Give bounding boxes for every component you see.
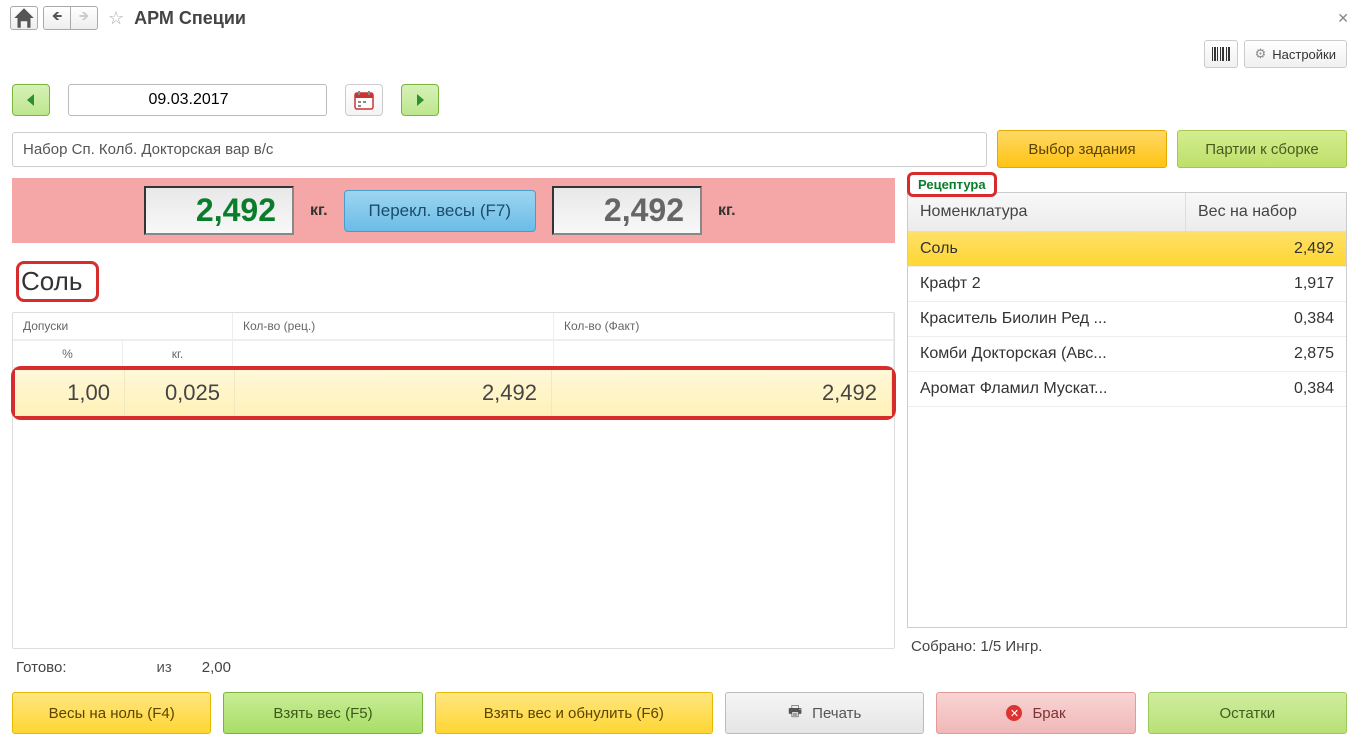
th-qty-recipe: Кол-во (рец.) — [233, 313, 554, 340]
close-icon[interactable]: ✕ — [1337, 10, 1349, 27]
prev-date-button[interactable] — [12, 84, 50, 116]
recipe-row[interactable]: Соль2,492 — [908, 232, 1346, 267]
th-percent: % — [13, 340, 123, 368]
kg-label: кг. — [310, 202, 328, 220]
td-kg: 0,025 — [125, 370, 235, 416]
page-title: АРМ Специи — [134, 8, 246, 29]
defect-button[interactable]: ✕ Брак — [936, 692, 1135, 734]
recipe-row[interactable]: Крафт 21,917 — [908, 267, 1346, 302]
choose-task-button[interactable]: Выбор задания — [997, 130, 1167, 168]
ready-label: Готово: — [16, 659, 67, 676]
settings-label: Настройки — [1272, 47, 1336, 62]
current-ingredient: Соль — [16, 261, 99, 302]
recipe-name: Соль — [908, 232, 1186, 266]
parties-button[interactable]: Партии к сборке — [1177, 130, 1347, 168]
recipe-weight: 0,384 — [1186, 302, 1346, 336]
recipe-name: Аромат Фламил Мускат... — [908, 372, 1186, 406]
rh-weight: Вес на набор — [1186, 193, 1346, 231]
th-qty-fact: Кол-во (Факт) — [554, 313, 894, 340]
recipe-row[interactable]: Комби Докторская (Авс...2,875 — [908, 337, 1346, 372]
favorite-star-icon[interactable]: ☆ — [108, 8, 124, 29]
calendar-icon — [353, 89, 375, 111]
recipe-row[interactable]: Краситель Биолин Ред ...0,384 — [908, 302, 1346, 337]
defect-label: Брак — [1032, 705, 1065, 722]
take-zero-button[interactable]: Взять вес и обнулить (F6) — [435, 692, 713, 734]
weight-secondary: 2,492 — [552, 186, 702, 235]
recipe-row[interactable]: Аромат Фламил Мускат...0,384 — [908, 372, 1346, 407]
weight-panel: 2,492 кг. Перекл. весы (F7) 2,492 кг. — [12, 178, 895, 243]
th-tolerance: Допуски — [13, 313, 233, 340]
recipe-weight: 0,384 — [1186, 372, 1346, 406]
td-fact: 2,492 — [552, 370, 892, 416]
next-date-button[interactable] — [401, 84, 439, 116]
remains-button[interactable]: Остатки — [1148, 692, 1347, 734]
take-weight-button[interactable]: Взять вес (F5) — [223, 692, 422, 734]
collected-status: Собрано: 1/5 Ингр. — [907, 628, 1347, 665]
tolerance-row[interactable]: 1,00 0,025 2,492 2,492 — [15, 370, 892, 416]
barcode-icon — [1212, 47, 1230, 61]
back-button[interactable]: 🡸 — [43, 6, 71, 30]
print-button[interactable]: 🖶 Печать — [725, 692, 924, 734]
forward-button[interactable]: 🡺 — [70, 6, 98, 30]
recipe-table: Номенклатура Вес на набор Соль2,492Крафт… — [907, 192, 1347, 628]
gear-icon: ⚙ — [1255, 46, 1267, 62]
recipe-tab[interactable]: Рецептура — [907, 172, 997, 197]
barcode-button[interactable] — [1204, 40, 1238, 68]
recipe-weight: 2,492 — [1186, 232, 1346, 266]
home-button[interactable] — [10, 6, 38, 30]
recipe-name: Краситель Биолин Ред ... — [908, 302, 1186, 336]
td-percent: 1,00 — [15, 370, 125, 416]
switch-scales-button[interactable]: Перекл. весы (F7) — [344, 190, 536, 232]
printer-icon: 🖶 — [788, 701, 802, 726]
task-field[interactable]: Набор Сп. Колб. Докторская вар в/с — [12, 132, 987, 167]
print-label: Печать — [812, 705, 861, 722]
weight-primary: 2,492 — [144, 186, 294, 235]
cancel-icon: ✕ — [1006, 705, 1022, 721]
zero-scales-button[interactable]: Весы на ноль (F4) — [12, 692, 211, 734]
date-field[interactable] — [68, 84, 327, 116]
kg-label-2: кг. — [718, 202, 736, 220]
th-kg: кг. — [123, 340, 233, 368]
tolerance-table: Допуски Кол-во (рец.) Кол-во (Факт) % кг… — [12, 312, 895, 649]
ready-total: 2,00 — [202, 659, 231, 676]
rh-name: Номенклатура — [908, 193, 1186, 231]
recipe-weight: 1,917 — [1186, 267, 1346, 301]
recipe-name: Крафт 2 — [908, 267, 1186, 301]
recipe-weight: 2,875 — [1186, 337, 1346, 371]
recipe-name: Комби Докторская (Авс... — [908, 337, 1186, 371]
settings-button[interactable]: ⚙ Настройки — [1244, 40, 1347, 68]
ready-iz: из — [157, 659, 172, 676]
td-recipe: 2,492 — [235, 370, 552, 416]
calendar-button[interactable] — [345, 84, 383, 116]
